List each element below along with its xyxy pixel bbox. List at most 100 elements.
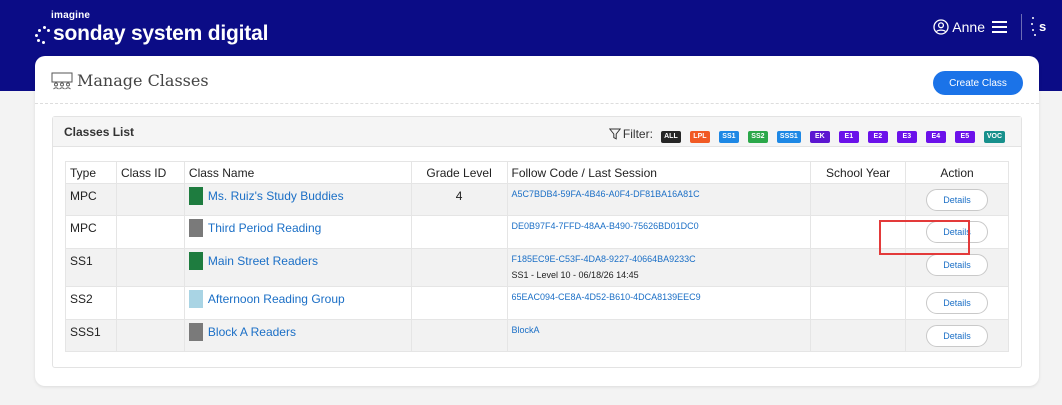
class-color-swatch [188, 187, 203, 205]
filter-badge-ss2[interactable]: SS2 [747, 131, 768, 143]
filter-badge-ss1[interactable]: SS1 [718, 131, 739, 143]
filter-badge-e3[interactable]: E3 [896, 131, 917, 143]
panel-title: Classes List [64, 125, 135, 139]
class-color-swatch [188, 290, 203, 308]
class-name-link[interactable]: Main Street Readers [208, 254, 318, 268]
table-row: SS2 Afternoon Reading Group 65EAC094-CE8A-… [65, 286, 1009, 320]
page-title: Manage Classes [51, 71, 209, 90]
cell-follow-code: DE0B97F4-7FFD-48AA-B490-75626BD01DC0 [506, 215, 812, 249]
brand-name: sonday system digital [53, 22, 269, 45]
cell-follow-code: F185EC9E-C53F-4DA8-9227-40664BA9233C SS1 … [506, 248, 812, 287]
cell-follow-code: BlockA [506, 319, 812, 352]
header-school-year[interactable]: School Year [810, 161, 906, 184]
cell-class-id [115, 248, 185, 287]
user-area: Anne s [933, 14, 1062, 40]
follow-code-link[interactable]: DE0B97F4-7FFD-48AA-B490-75626BD01DC0 [512, 216, 807, 231]
sonday-s-icon[interactable]: s [1022, 14, 1062, 40]
create-class-button[interactable]: Create Class [933, 71, 1023, 95]
cell-follow-code: 65EAC094-CE8A-4D52-B610-4DCA8139EEC9 [506, 286, 812, 320]
cell-grade-level [410, 319, 508, 352]
header-type[interactable]: Type [65, 161, 117, 184]
table-row: SSS1 Block A Readers BlockA Details [65, 319, 1009, 352]
cell-class-name: Main Street Readers [183, 248, 412, 287]
filter-badge-lpl[interactable]: LPL [689, 131, 710, 143]
cell-class-name: Afternoon Reading Group [183, 286, 412, 320]
brand-small-text: imagine [51, 10, 91, 21]
details-button[interactable]: Details [926, 189, 988, 211]
filter-badge-e2[interactable]: E2 [867, 131, 888, 143]
filter-badge-e1[interactable]: E1 [838, 131, 859, 143]
cell-class-id [115, 183, 185, 216]
cell-type: MPC [65, 215, 117, 249]
hamburger-menu-icon[interactable] [992, 20, 1007, 34]
funnel-icon [608, 128, 621, 140]
cell-type: SSS1 [65, 319, 117, 352]
cell-type: MPC [65, 183, 117, 216]
details-button[interactable]: Details [926, 254, 988, 276]
cell-grade-level: 4 [410, 183, 508, 216]
filter-badge-voc[interactable]: VOC [983, 131, 1005, 143]
cell-type: SS2 [65, 286, 117, 320]
cell-type: SS1 [65, 248, 117, 287]
class-name-link[interactable]: Afternoon Reading Group [208, 292, 345, 306]
follow-code-link[interactable]: 65EAC094-CE8A-4D52-B610-4DCA8139EEC9 [512, 287, 807, 302]
user-name[interactable]: Anne [952, 19, 985, 35]
cell-grade-level [410, 286, 508, 320]
cell-class-name: Block A Readers [183, 319, 412, 352]
cell-school-year [810, 183, 906, 216]
cell-grade-level [410, 215, 508, 249]
brand-logo[interactable]: imagine sonday system digital [35, 10, 268, 46]
class-name-link[interactable]: Third Period Reading [208, 221, 321, 235]
filter-badges: ALL LPL SS1 SS2 SSS1 EK E1 E2 E3 E4 E5 VOC [660, 125, 1005, 143]
filter-bar: Filter: ALL LPL SS1 SS2 SSS1 EK E1 E2 E3 E4 E5 VOC [608, 125, 1005, 143]
table-header-row: Type Class ID Class Name Grade Level Fol… [65, 161, 1009, 184]
filter-label: Filter: [608, 127, 653, 141]
class-color-swatch [188, 219, 203, 237]
details-highlight-box [879, 220, 970, 255]
table-body: MPC Ms. Ruiz's Study Buddies 4 A5C7BDB4-59F… [65, 183, 1009, 352]
cell-grade-level [410, 248, 508, 287]
cell-action: Details [905, 319, 1009, 352]
header-class-name[interactable]: Class Name [183, 161, 412, 184]
details-button[interactable]: Details [926, 325, 988, 347]
header-follow-code[interactable]: Follow Code / Last Session [506, 161, 812, 184]
follow-code-link[interactable]: A5C7BDB4-59FA-4B46-A0F4-DF81BA16A81C [512, 184, 807, 199]
header-action: Action [905, 161, 1009, 184]
cell-follow-code: A5C7BDB4-59FA-4B46-A0F4-DF81BA16A81C [506, 183, 812, 216]
filter-badge-sss1[interactable]: SSS1 [776, 131, 801, 143]
sonday-logo-icon [35, 24, 51, 44]
table-row: SS1 Main Street Readers F185EC9E-C53F-4DA8… [65, 248, 1009, 287]
classroom-icon [51, 72, 73, 89]
cell-class-id [115, 319, 185, 352]
table-row: MPC Third Period Reading DE0B97F4-7FFD-48A… [65, 215, 1009, 249]
cell-action: Details [905, 286, 1009, 320]
cell-class-id [115, 215, 185, 249]
panel-header: Classes List Filter: ALL LPL SS1 SS2 SSS1 EK E… [53, 117, 1021, 147]
classes-table: Type Class ID Class Name Grade Level Fol… [65, 161, 1009, 352]
filter-badge-ek[interactable]: EK [809, 131, 830, 143]
cell-class-name: Third Period Reading [183, 215, 412, 249]
cell-school-year [810, 286, 906, 320]
classes-list-panel: Classes List Filter: ALL LPL SS1 SS2 SSS1 EK E… [52, 116, 1022, 368]
last-session-text: SS1 - Level 10 - 06/18/26 14:45 [511, 270, 639, 280]
header-grade-level[interactable]: Grade Level [410, 161, 508, 184]
filter-badge-e5[interactable]: E5 [954, 131, 975, 143]
cell-class-id [115, 286, 185, 320]
card-header: Manage Classes Create Class [35, 56, 1039, 104]
follow-code-link[interactable]: F185EC9E-C53F-4DA8-9227-40664BA9233C [512, 249, 807, 264]
class-color-swatch [188, 252, 203, 270]
table-row: MPC Ms. Ruiz's Study Buddies 4 A5C7BDB4-59F… [65, 183, 1009, 216]
user-circle-icon[interactable] [933, 19, 949, 35]
class-name-link[interactable]: Ms. Ruiz's Study Buddies [208, 189, 344, 203]
cell-class-name: Ms. Ruiz's Study Buddies [183, 183, 412, 216]
filter-badge-e4[interactable]: E4 [925, 131, 946, 143]
page-title-text: Manage Classes [77, 71, 209, 90]
header-class-id[interactable]: Class ID [115, 161, 185, 184]
cell-school-year [810, 319, 906, 352]
filter-badge-all[interactable]: ALL [660, 131, 681, 143]
follow-code-link[interactable]: BlockA [512, 320, 807, 335]
details-button[interactable]: Details [926, 292, 988, 314]
cell-action: Details [905, 183, 1009, 216]
class-name-link[interactable]: Block A Readers [208, 325, 296, 339]
class-color-swatch [188, 323, 203, 341]
